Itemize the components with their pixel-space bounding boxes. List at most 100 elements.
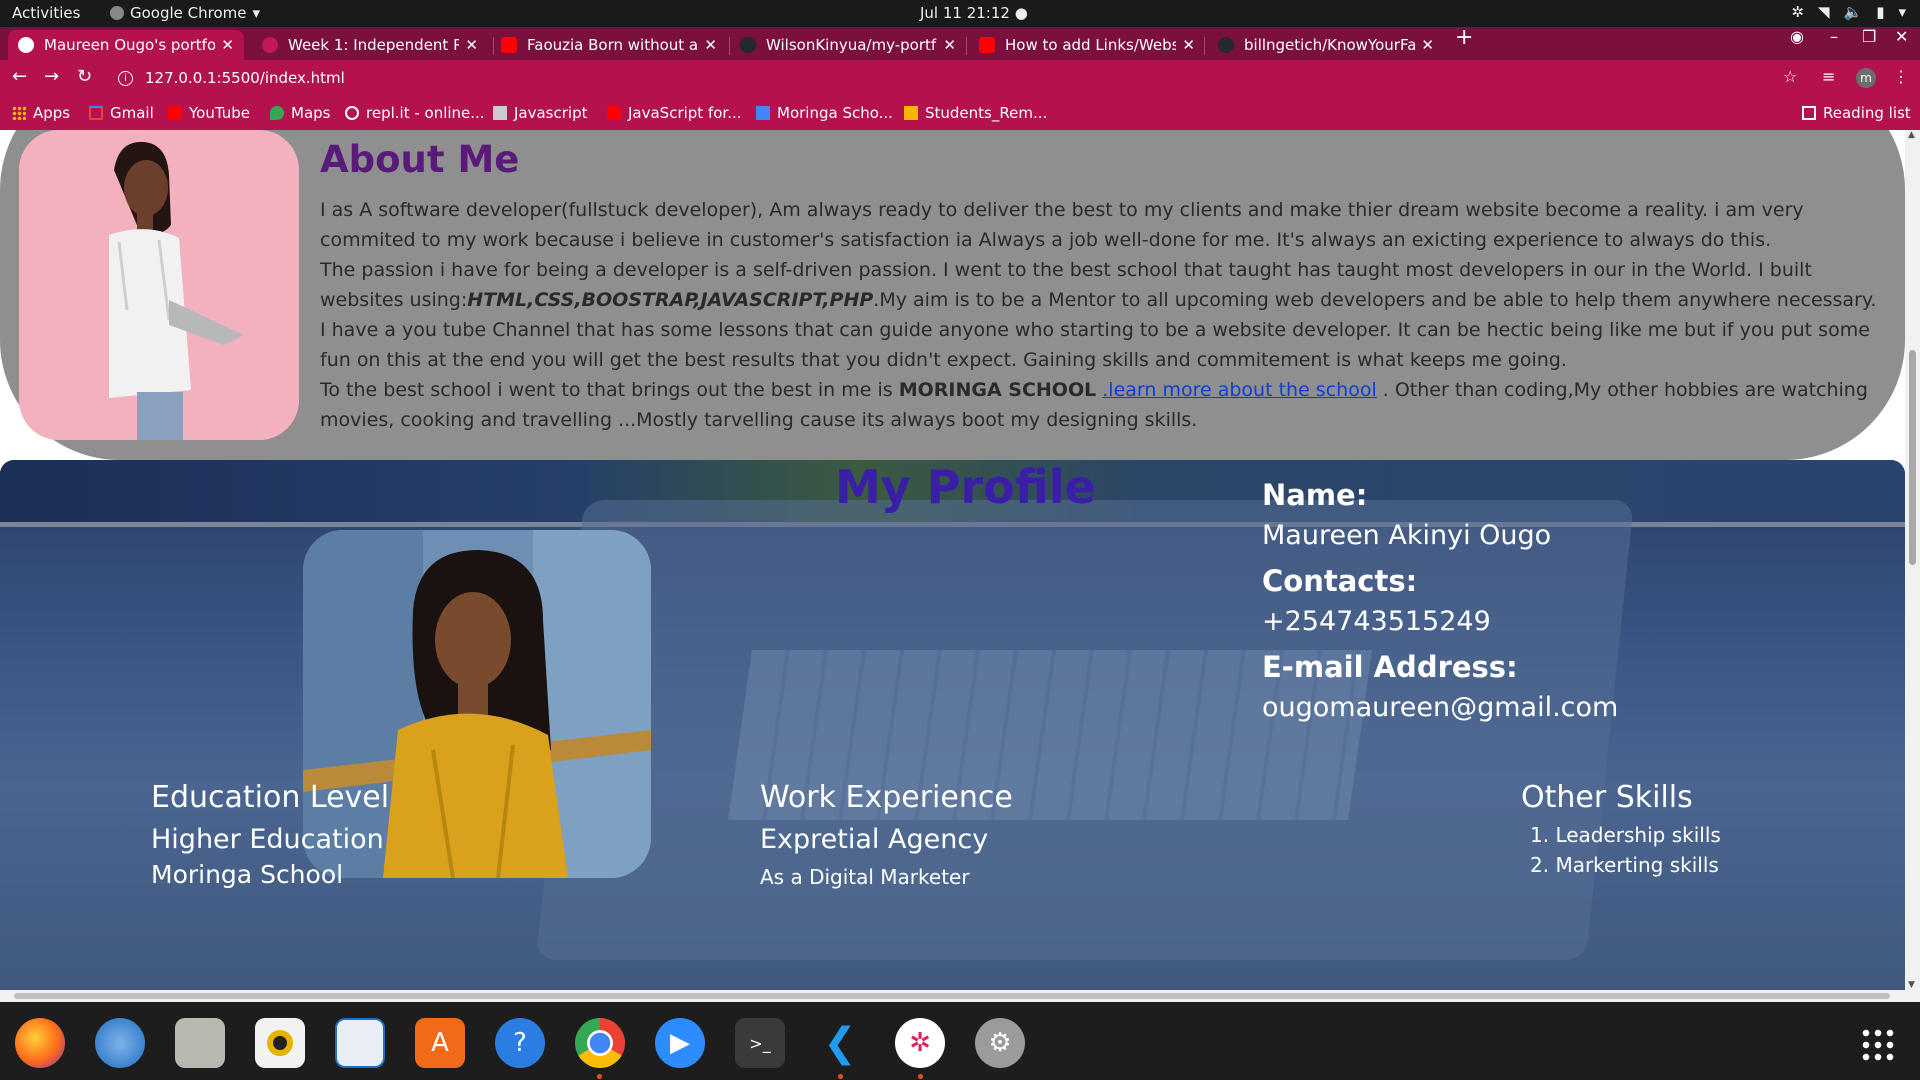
vscode-icon[interactable]: ❮ bbox=[815, 1018, 865, 1068]
javascript-icon bbox=[493, 106, 507, 120]
settings-icon[interactable]: ⚙ bbox=[975, 1018, 1025, 1068]
new-tab-plus-icon[interactable]: + bbox=[1455, 25, 1473, 50]
help-icon[interactable]: ? bbox=[495, 1018, 545, 1068]
learn-more-school-link[interactable]: .learn more about the school bbox=[1102, 379, 1376, 401]
education-level: Higher Education bbox=[151, 824, 384, 855]
education-school: Moringa School bbox=[151, 860, 344, 889]
slack-tray-icon[interactable]: ✲ bbox=[1791, 3, 1804, 21]
tab-title: billngetich/KnowYourFas bbox=[1244, 36, 1416, 54]
about-title: About Me bbox=[320, 138, 520, 181]
files-icon[interactable] bbox=[175, 1018, 225, 1068]
tab-separator bbox=[966, 37, 967, 55]
tab-knowyourfas[interactable]: billngetich/KnowYourFas ✕ bbox=[1208, 30, 1444, 60]
tab-search-icon[interactable]: ◉ bbox=[1790, 27, 1804, 46]
rhythmbox-icon[interactable] bbox=[255, 1018, 305, 1068]
skill-item: 2. Markerting skills bbox=[1530, 853, 1719, 877]
scroll-down-arrow-icon[interactable]: ▼ bbox=[1908, 980, 1915, 990]
system-top-bar: Activities Google Chrome ▾ Jul 11 21:12 … bbox=[0, 0, 1920, 27]
bookmark-maps[interactable]: Maps bbox=[270, 104, 330, 122]
tab-title: Week 1: Independent Pro bbox=[288, 36, 460, 54]
thunderbird-icon[interactable] bbox=[95, 1018, 145, 1068]
horizontal-scroll-thumb[interactable] bbox=[14, 993, 1890, 999]
app-menu[interactable]: Google Chrome ▾ bbox=[110, 4, 260, 22]
dock: A ? ▶ >_ ❮ ✲ ⚙ bbox=[0, 1002, 1920, 1080]
restore-icon[interactable]: ❐ bbox=[1862, 27, 1876, 46]
show-applications-icon[interactable] bbox=[1860, 1027, 1896, 1063]
reading-list-button[interactable]: Reading list bbox=[1802, 104, 1911, 122]
reading-list-label: Reading list bbox=[1823, 104, 1911, 122]
activities-button[interactable]: Activities bbox=[12, 4, 80, 22]
tab-faouzia[interactable]: Faouzia Born without a he ✕ bbox=[491, 30, 727, 60]
firefox-icon[interactable] bbox=[15, 1018, 65, 1068]
tab-add-links[interactable]: How to add Links/Websit ✕ bbox=[969, 30, 1205, 60]
close-tab-icon[interactable]: ✕ bbox=[704, 36, 717, 54]
horizontal-scrollbar[interactable] bbox=[0, 990, 1920, 1002]
apps-grid-icon bbox=[12, 106, 26, 120]
github-favicon-icon bbox=[740, 37, 756, 53]
browser-toolbar: ← → ↻ i 127.0.0.1:5500/index.html ☆ ≡ m … bbox=[0, 60, 1920, 96]
chevron-down-icon: ▾ bbox=[252, 4, 261, 22]
system-tray[interactable]: ✲ ◥ 🔈 ▮ ▾ bbox=[1791, 3, 1906, 21]
profile-avatar[interactable]: m bbox=[1856, 68, 1876, 88]
tab-title: Maureen Ougo's portfolio bbox=[44, 36, 216, 54]
about-paragraph-3: I have a you tube Channel that has some … bbox=[320, 319, 1870, 371]
bookmark-label: YouTube bbox=[189, 104, 250, 122]
site-info-icon[interactable]: i bbox=[118, 70, 133, 86]
education-heading: Education Level bbox=[151, 780, 390, 815]
bookmark-youtube[interactable]: YouTube bbox=[168, 104, 250, 122]
app-name: Google Chrome bbox=[130, 4, 247, 22]
scroll-up-arrow-icon[interactable]: ▲ bbox=[1908, 130, 1915, 140]
bookmark-star-icon[interactable]: ☆ bbox=[1783, 67, 1797, 86]
chrome-icon[interactable] bbox=[575, 1018, 625, 1068]
terminal-icon[interactable]: >_ bbox=[735, 1018, 785, 1068]
bookmark-label: Apps bbox=[33, 104, 71, 122]
address-bar[interactable]: i 127.0.0.1:5500/index.html bbox=[108, 63, 1793, 93]
chrome-small-icon bbox=[110, 6, 124, 20]
youtube-favicon-icon bbox=[501, 37, 517, 53]
url-text: 127.0.0.1:5500/index.html bbox=[145, 69, 345, 87]
tab-week1[interactable]: Week 1: Independent Pro ✕ bbox=[252, 30, 488, 60]
battery-icon[interactable]: ▮ bbox=[1876, 3, 1884, 21]
vertical-scroll-thumb[interactable] bbox=[1909, 350, 1916, 565]
bookmark-javascript[interactable]: Javascript bbox=[493, 104, 587, 122]
zoom-icon[interactable]: ▶ bbox=[655, 1018, 705, 1068]
bookmark-replit[interactable]: repl.it - online... bbox=[345, 104, 485, 122]
tab-separator bbox=[1204, 37, 1205, 55]
bookmark-moringa[interactable]: Moringa Scho... bbox=[756, 104, 893, 122]
close-tab-icon[interactable]: ✕ bbox=[1182, 36, 1195, 54]
chevron-down-icon[interactable]: ▾ bbox=[1898, 3, 1906, 21]
close-tab-icon[interactable]: ✕ bbox=[943, 36, 956, 54]
wifi-icon[interactable]: ◥ bbox=[1818, 3, 1830, 21]
close-tab-icon[interactable]: ✕ bbox=[221, 36, 234, 54]
volume-icon[interactable]: 🔈 bbox=[1844, 3, 1863, 21]
work-company: Expretial Agency bbox=[760, 824, 989, 855]
tab-wilson-portfolio[interactable]: WilsonKinyua/my-portfol ✕ bbox=[730, 30, 966, 60]
reload-icon[interactable]: ↻ bbox=[77, 66, 92, 87]
software-center-icon[interactable]: A bbox=[415, 1018, 465, 1068]
about-paragraph-2: The passion i have for being a developer… bbox=[320, 255, 1880, 315]
bookmark-gmail[interactable]: Gmail bbox=[89, 104, 154, 122]
back-arrow-icon[interactable]: ← bbox=[12, 66, 27, 87]
close-tab-icon[interactable]: ✕ bbox=[1421, 36, 1434, 54]
tab-portfolio[interactable]: Maureen Ougo's portfolio ✕ bbox=[8, 30, 244, 60]
close-window-icon[interactable]: ✕ bbox=[1895, 27, 1908, 46]
contacts-value: +254743515249 bbox=[1262, 606, 1491, 637]
writer-icon[interactable] bbox=[335, 1018, 385, 1068]
media-controls-icon[interactable]: ≡ bbox=[1822, 67, 1835, 86]
slack-icon[interactable]: ✲ bbox=[895, 1018, 945, 1068]
reading-list-icon bbox=[1802, 106, 1816, 120]
bookmark-javascript-for[interactable]: JavaScript for... bbox=[607, 104, 742, 122]
clock[interactable]: Jul 11 21:12 ● bbox=[920, 4, 1028, 22]
about-text: I as A software developer(fullstuck deve… bbox=[320, 195, 1880, 435]
bookmark-students[interactable]: Students_Rem... bbox=[904, 104, 1047, 122]
vertical-scrollbar[interactable]: ▲ ▼ bbox=[1905, 130, 1920, 990]
menu-kebab-icon[interactable]: ⋮ bbox=[1893, 67, 1909, 86]
minimize-icon[interactable]: – bbox=[1830, 27, 1838, 46]
bookmark-apps[interactable]: Apps bbox=[12, 104, 70, 122]
about-p4-text: To the best school i went to that brings… bbox=[320, 379, 899, 401]
woman-with-laptop-image bbox=[19, 130, 299, 440]
contacts-label: Contacts: bbox=[1262, 564, 1418, 598]
close-tab-icon[interactable]: ✕ bbox=[465, 36, 478, 54]
skills-list-text: HTML,CSS,BOOSTRAP,JAVASCRIPT,PHP bbox=[467, 289, 874, 311]
forward-arrow-icon[interactable]: → bbox=[44, 66, 59, 87]
